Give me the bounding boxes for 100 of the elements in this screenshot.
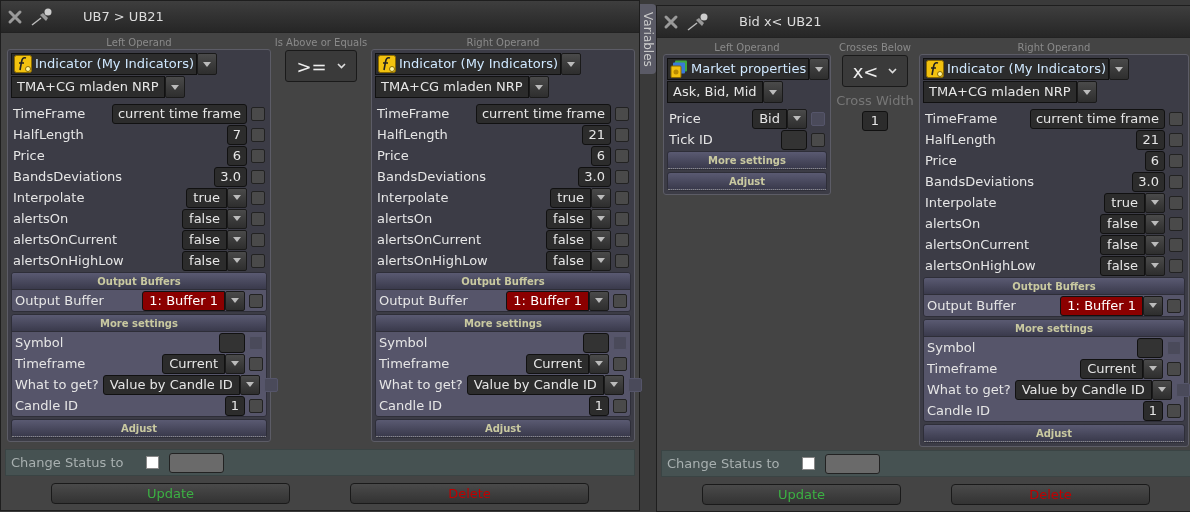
checkbox[interactable] bbox=[615, 169, 629, 184]
item-dropdown[interactable]: TMA+CG mladen NRP bbox=[375, 76, 529, 98]
section-header[interactable]: More settings bbox=[924, 320, 1184, 337]
section-header[interactable]: More settings bbox=[668, 152, 826, 169]
checkbox[interactable] bbox=[249, 293, 263, 308]
checkbox[interactable] bbox=[1167, 361, 1181, 376]
checkbox[interactable] bbox=[251, 211, 265, 226]
value-field[interactable]: 1 bbox=[1142, 400, 1163, 421]
section-header[interactable]: Adjust bbox=[12, 420, 266, 437]
value-field[interactable]: 1 bbox=[224, 395, 245, 416]
dropdown-field[interactable]: true bbox=[550, 187, 591, 208]
checkbox[interactable] bbox=[249, 398, 263, 413]
dropdown-field[interactable]: 1: Buffer 1 bbox=[142, 290, 225, 311]
section-header[interactable]: More settings bbox=[12, 315, 266, 332]
value-field[interactable]: current time frame bbox=[475, 103, 611, 124]
checkbox[interactable] bbox=[1169, 132, 1183, 147]
dropdown-field[interactable]: false bbox=[1100, 213, 1145, 234]
checkbox[interactable] bbox=[615, 253, 629, 268]
source-dropdown[interactable]: Indicator (My Indicators) bbox=[923, 58, 1109, 80]
section-header[interactable]: More settings bbox=[376, 315, 630, 332]
checkbox[interactable] bbox=[251, 169, 265, 184]
value-field[interactable]: 21 bbox=[1136, 129, 1165, 150]
checkbox[interactable] bbox=[613, 356, 627, 371]
checkbox[interactable] bbox=[615, 211, 629, 226]
checkbox[interactable] bbox=[251, 106, 265, 121]
checkbox[interactable] bbox=[615, 148, 629, 163]
checkbox[interactable] bbox=[251, 127, 265, 142]
empty-field[interactable] bbox=[781, 129, 807, 150]
checkbox[interactable] bbox=[1167, 403, 1181, 418]
source-dropdown[interactable]: Indicator (My Indicators) bbox=[375, 53, 561, 75]
close-icon[interactable] bbox=[663, 13, 679, 30]
value-field[interactable]: current time frame bbox=[1029, 108, 1165, 129]
value-field[interactable]: 3.0 bbox=[578, 166, 611, 187]
dropdown-field[interactable]: 1: Buffer 1 bbox=[1060, 295, 1143, 316]
section-header[interactable]: Adjust bbox=[924, 425, 1184, 442]
source-dropdown[interactable]: Indicator (My Indicators) bbox=[11, 53, 197, 75]
section-header[interactable]: Output Buffers bbox=[924, 278, 1184, 295]
pin-icon[interactable] bbox=[687, 12, 709, 31]
checkbox[interactable] bbox=[1169, 111, 1183, 126]
checkbox[interactable] bbox=[801, 457, 815, 470]
empty-field[interactable] bbox=[1137, 337, 1163, 358]
dropdown-field[interactable]: Value by Candle ID bbox=[1014, 379, 1152, 400]
checkbox[interactable] bbox=[251, 232, 265, 247]
value-field[interactable]: 21 bbox=[582, 124, 611, 145]
side-tab[interactable]: Variables bbox=[640, 4, 656, 74]
checkbox[interactable] bbox=[811, 132, 825, 147]
status-color-field[interactable] bbox=[168, 452, 224, 473]
checkbox[interactable] bbox=[1169, 153, 1183, 168]
checkbox[interactable] bbox=[1169, 195, 1183, 210]
dropdown-field[interactable]: false bbox=[1100, 234, 1145, 255]
dropdown-field[interactable]: true bbox=[186, 187, 227, 208]
value-field[interactable]: 1 bbox=[588, 395, 609, 416]
close-icon[interactable] bbox=[7, 8, 23, 25]
value-field[interactable]: 7 bbox=[226, 124, 247, 145]
checkbox[interactable] bbox=[1167, 298, 1181, 313]
value-field[interactable]: 6 bbox=[590, 145, 611, 166]
dropdown-field[interactable]: 1: Buffer 1 bbox=[506, 290, 589, 311]
checkbox[interactable] bbox=[615, 232, 629, 247]
dropdown-field[interactable]: Value by Candle ID bbox=[466, 374, 604, 395]
section-header[interactable]: Output Buffers bbox=[376, 273, 630, 290]
empty-field[interactable] bbox=[583, 332, 609, 353]
operator-dropdown[interactable]: >= bbox=[285, 50, 357, 82]
item-dropdown[interactable]: TMA+CG mladen NRP bbox=[923, 81, 1077, 103]
dropdown-field[interactable]: false bbox=[182, 250, 227, 271]
empty-field[interactable] bbox=[219, 332, 245, 353]
dropdown-field[interactable]: Current bbox=[162, 353, 225, 374]
checkbox[interactable] bbox=[1169, 258, 1183, 273]
value-field[interactable]: 3.0 bbox=[214, 166, 247, 187]
value-field[interactable]: 6 bbox=[226, 145, 247, 166]
checkbox[interactable] bbox=[1169, 216, 1183, 231]
dropdown-field[interactable]: Current bbox=[1080, 358, 1143, 379]
operator-dropdown[interactable]: x< bbox=[841, 55, 909, 87]
cross-width-field[interactable]: 1 bbox=[861, 110, 889, 131]
item-dropdown[interactable]: TMA+CG mladen NRP bbox=[11, 76, 165, 98]
status-color-field[interactable] bbox=[824, 453, 880, 474]
dropdown-field[interactable]: Value by Candle ID bbox=[102, 374, 240, 395]
checkbox[interactable] bbox=[251, 253, 265, 268]
checkbox[interactable] bbox=[615, 127, 629, 142]
checkbox[interactable] bbox=[145, 456, 159, 469]
checkbox[interactable] bbox=[251, 148, 265, 163]
dropdown-field[interactable]: Bid bbox=[752, 108, 787, 129]
checkbox[interactable] bbox=[615, 190, 629, 205]
dropdown-field[interactable]: false bbox=[546, 208, 591, 229]
update-button[interactable]: Update bbox=[701, 483, 902, 505]
checkbox[interactable] bbox=[613, 398, 627, 413]
checkbox[interactable] bbox=[251, 190, 265, 205]
checkbox[interactable] bbox=[249, 356, 263, 371]
pin-icon[interactable] bbox=[31, 7, 53, 26]
checkbox[interactable] bbox=[1169, 237, 1183, 252]
checkbox[interactable] bbox=[615, 106, 629, 121]
section-header[interactable]: Adjust bbox=[668, 173, 826, 190]
section-header[interactable]: Adjust bbox=[376, 420, 630, 437]
dropdown-field[interactable]: false bbox=[182, 229, 227, 250]
dropdown-field[interactable]: true bbox=[1104, 192, 1145, 213]
section-header[interactable]: Output Buffers bbox=[12, 273, 266, 290]
update-button[interactable]: Update bbox=[50, 482, 291, 504]
item-dropdown[interactable]: Ask, Bid, Mid bbox=[667, 81, 763, 103]
checkbox[interactable] bbox=[613, 293, 627, 308]
source-dropdown[interactable]: Market properties bbox=[667, 58, 810, 80]
dropdown-field[interactable]: false bbox=[546, 229, 591, 250]
